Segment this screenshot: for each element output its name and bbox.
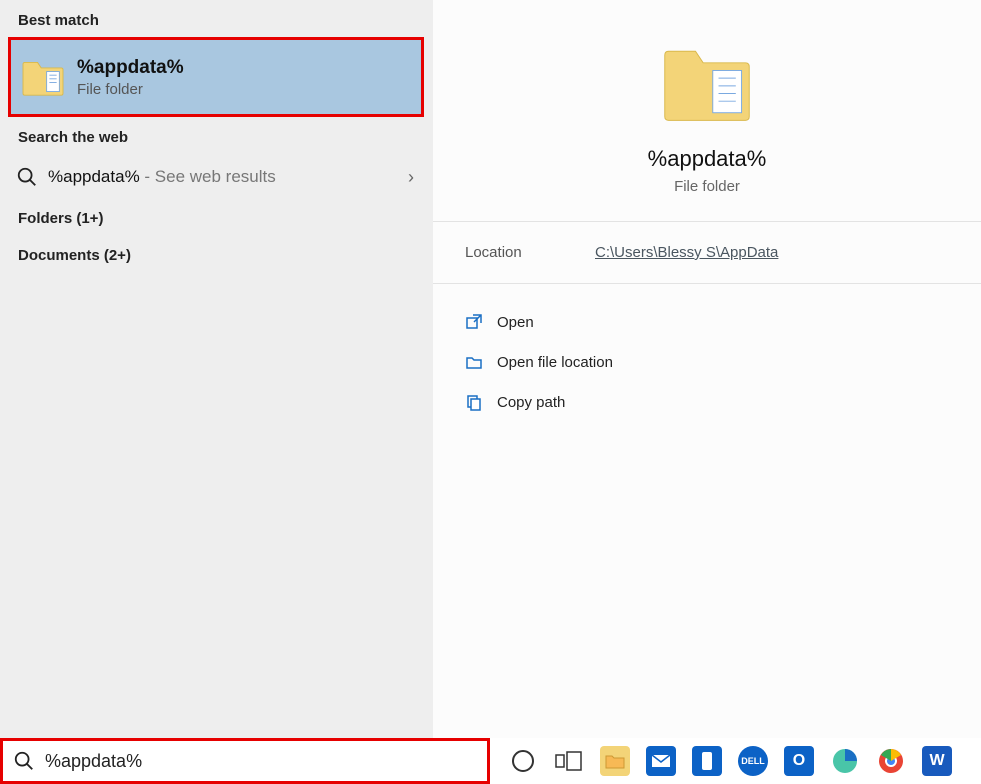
location-path-link[interactable]: C:\Users\Blessy S\AppData: [595, 244, 778, 261]
action-label: Copy path: [497, 394, 565, 411]
details-subtitle: File folder: [674, 178, 740, 195]
chevron-right-icon: ›: [408, 167, 414, 188]
web-search-result[interactable]: %appdata% - See web results ›: [0, 154, 432, 200]
search-icon: [16, 166, 38, 188]
action-open[interactable]: Open: [461, 302, 961, 342]
edge-icon[interactable]: [830, 746, 860, 776]
action-label: Open: [497, 314, 534, 331]
results-column: Best match %appdata% File folder Search …: [0, 0, 432, 738]
task-view-icon[interactable]: [554, 746, 584, 776]
location-row: Location C:\Users\Blessy S\AppData: [433, 222, 981, 284]
word-icon[interactable]: W: [922, 746, 952, 776]
taskbar: DELL O W: [490, 738, 981, 784]
action-copy-path[interactable]: Copy path: [461, 382, 961, 422]
documents-category[interactable]: Documents (2+): [0, 237, 432, 274]
search-panel: Best match %appdata% File folder Search …: [0, 0, 981, 738]
outlook-icon[interactable]: O: [784, 746, 814, 776]
open-icon: [465, 313, 483, 331]
file-explorer-icon[interactable]: [600, 746, 630, 776]
search-box[interactable]: [0, 738, 490, 784]
action-open-file-location[interactable]: Open file location: [461, 342, 961, 382]
cortana-icon[interactable]: [508, 746, 538, 776]
web-query: %appdata%: [48, 167, 140, 186]
web-query-suffix: - See web results: [140, 167, 276, 186]
copy-icon: [465, 393, 483, 411]
folder-icon: [659, 36, 755, 128]
location-label: Location: [465, 244, 595, 261]
your-phone-icon[interactable]: [692, 746, 722, 776]
dell-icon[interactable]: DELL: [738, 746, 768, 776]
best-match-result[interactable]: %appdata% File folder: [8, 37, 424, 117]
search-web-label: Search the web: [0, 117, 432, 154]
folder-open-icon: [465, 353, 483, 371]
folder-icon: [21, 57, 65, 97]
best-match-text: %appdata% File folder: [77, 57, 184, 98]
folders-category[interactable]: Folders (1+): [0, 200, 432, 237]
actions-list: Open Open file location Copy path: [433, 284, 981, 422]
details-header: %appdata% File folder: [433, 0, 981, 222]
mail-icon[interactable]: [646, 746, 676, 776]
search-icon: [13, 750, 35, 772]
bottom-row: DELL O W: [0, 738, 981, 784]
chrome-icon[interactable]: [876, 746, 906, 776]
details-column: %appdata% File folder Location C:\Users\…: [432, 0, 981, 738]
search-input[interactable]: [45, 741, 479, 781]
best-match-label: Best match: [0, 0, 432, 37]
best-match-subtitle: File folder: [77, 81, 184, 98]
details-title: %appdata%: [648, 146, 767, 172]
best-match-title: %appdata%: [77, 57, 184, 79]
action-label: Open file location: [497, 354, 613, 371]
